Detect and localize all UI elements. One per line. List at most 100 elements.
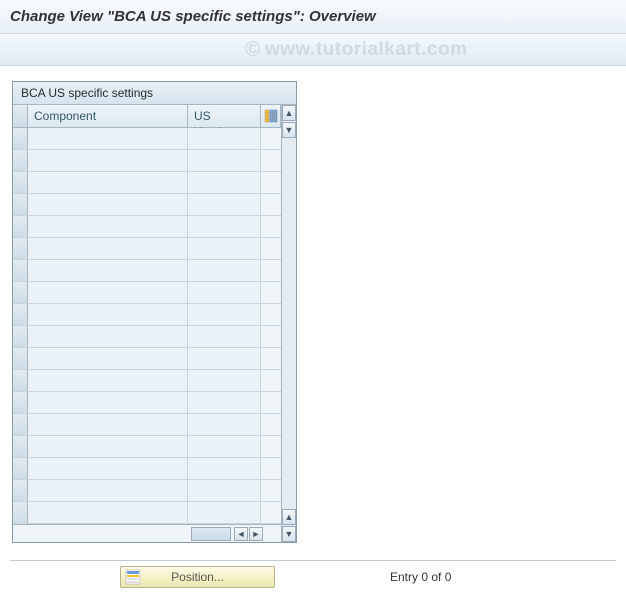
cell-component[interactable]: [28, 414, 188, 435]
cell-usversion[interactable]: [188, 194, 261, 215]
cell-usversion[interactable]: [188, 480, 261, 501]
cell-usversion[interactable]: [188, 502, 261, 523]
triangle-up-icon: ▲: [285, 108, 294, 118]
table-row[interactable]: [13, 458, 281, 480]
table-row[interactable]: [13, 480, 281, 502]
table-config-button[interactable]: [261, 105, 281, 127]
row-selector[interactable]: [13, 370, 28, 391]
row-selector[interactable]: [13, 194, 28, 215]
row-selector[interactable]: [13, 414, 28, 435]
row-selector[interactable]: [13, 480, 28, 501]
cell-usversion[interactable]: [188, 392, 261, 413]
cell-component[interactable]: [28, 370, 188, 391]
cell-component[interactable]: [28, 392, 188, 413]
cell-component[interactable]: [28, 304, 188, 325]
triangle-up-icon: ▲: [285, 512, 294, 522]
row-selector[interactable]: [13, 216, 28, 237]
row-selector[interactable]: [13, 150, 28, 171]
cell-component[interactable]: [28, 194, 188, 215]
cell-usversion[interactable]: [188, 238, 261, 259]
table-row[interactable]: [13, 238, 281, 260]
cell-component[interactable]: [28, 480, 188, 501]
table-row[interactable]: [13, 216, 281, 238]
triangle-right-icon: ►: [252, 529, 261, 539]
cell-usversion[interactable]: [188, 458, 261, 479]
scroll-up-step-button[interactable]: ▲: [282, 509, 296, 525]
position-button[interactable]: Position...: [120, 566, 275, 588]
table-row[interactable]: [13, 326, 281, 348]
row-selector[interactable]: [13, 392, 28, 413]
scroll-down-button[interactable]: ▼: [282, 526, 296, 542]
cell-component[interactable]: [28, 150, 188, 171]
table-row[interactable]: [13, 348, 281, 370]
cell-component[interactable]: [28, 436, 188, 457]
cell-component[interactable]: [28, 282, 188, 303]
cell-component[interactable]: [28, 260, 188, 281]
cell-usversion[interactable]: [188, 128, 261, 149]
scroll-right-button[interactable]: ►: [249, 527, 263, 541]
table-row[interactable]: [13, 370, 281, 392]
table-title: BCA US specific settings: [13, 82, 296, 105]
position-label: Position...: [171, 570, 224, 584]
cell-component[interactable]: [28, 238, 188, 259]
cell-usversion[interactable]: [188, 216, 261, 237]
row-selector-header[interactable]: [13, 105, 28, 127]
cell-component[interactable]: [28, 348, 188, 369]
row-selector[interactable]: [13, 304, 28, 325]
cell-usversion[interactable]: [188, 172, 261, 193]
table-row[interactable]: [13, 260, 281, 282]
cell-usversion[interactable]: [188, 282, 261, 303]
row-selector[interactable]: [13, 348, 28, 369]
cell-usversion[interactable]: [188, 304, 261, 325]
table-row[interactable]: [13, 304, 281, 326]
table-row[interactable]: [13, 172, 281, 194]
row-selector[interactable]: [13, 436, 28, 457]
table-row[interactable]: [13, 392, 281, 414]
table-row[interactable]: [13, 128, 281, 150]
row-selector[interactable]: [13, 502, 28, 523]
cell-usversion[interactable]: [188, 348, 261, 369]
column-header-component[interactable]: Component: [28, 105, 188, 127]
triangle-down-icon: ▼: [285, 125, 294, 135]
table-row[interactable]: [13, 414, 281, 436]
table-row[interactable]: [13, 194, 281, 216]
row-selector[interactable]: [13, 172, 28, 193]
row-selector[interactable]: [13, 260, 28, 281]
settings-table: BCA US specific settings Component US Ve…: [12, 81, 297, 543]
cell-component[interactable]: [28, 502, 188, 523]
table-body: [13, 128, 281, 524]
scroll-left-button[interactable]: ◄: [234, 527, 248, 541]
column-header-usversion[interactable]: US Version: [188, 105, 261, 127]
footer-divider: [10, 560, 616, 561]
table-row[interactable]: [13, 436, 281, 458]
cell-usversion[interactable]: [188, 370, 261, 391]
table-settings-icon: [264, 109, 278, 123]
row-selector[interactable]: [13, 238, 28, 259]
table-row[interactable]: [13, 502, 281, 524]
cell-component[interactable]: [28, 216, 188, 237]
vertical-scrollbar: ▲ ▼ ▲ ▼: [281, 105, 296, 542]
cell-usversion[interactable]: [188, 436, 261, 457]
cell-usversion[interactable]: [188, 260, 261, 281]
cell-component[interactable]: [28, 458, 188, 479]
table-row[interactable]: [13, 150, 281, 172]
hscroll-track[interactable]: [191, 527, 231, 541]
title-text: Change View "BCA US specific settings": …: [10, 8, 376, 25]
scroll-up-button[interactable]: ▲: [282, 105, 296, 121]
row-selector[interactable]: [13, 282, 28, 303]
cell-component[interactable]: [28, 128, 188, 149]
toolbar: [0, 34, 626, 66]
cell-usversion[interactable]: [188, 150, 261, 171]
cell-usversion[interactable]: [188, 414, 261, 435]
entry-counter: Entry 0 of 0: [390, 570, 451, 584]
scroll-down-step-button[interactable]: ▼: [282, 122, 296, 138]
row-selector[interactable]: [13, 128, 28, 149]
row-selector[interactable]: [13, 326, 28, 347]
vscroll-track[interactable]: [282, 138, 296, 509]
row-selector[interactable]: [13, 458, 28, 479]
content-area: BCA US specific settings Component US Ve…: [0, 66, 626, 558]
cell-usversion[interactable]: [188, 326, 261, 347]
cell-component[interactable]: [28, 326, 188, 347]
cell-component[interactable]: [28, 172, 188, 193]
table-row[interactable]: [13, 282, 281, 304]
